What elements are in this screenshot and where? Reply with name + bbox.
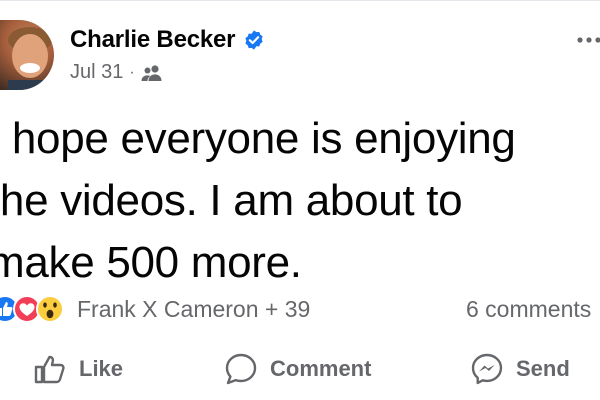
reactors-summary[interactable]: Frank X Cameron + 39 (77, 296, 310, 323)
post-text-line: I hope everyone is enjoying (0, 114, 516, 163)
avatar-portrait (8, 27, 54, 90)
top-divider (0, 0, 600, 1)
comment-button[interactable]: Comment (224, 352, 371, 386)
like-button[interactable]: Like (33, 352, 123, 386)
friends-icon[interactable] (141, 64, 163, 82)
more-options-icon[interactable] (574, 30, 600, 50)
send-label: Send (516, 356, 570, 381)
comment-icon (225, 353, 257, 385)
reactions-summary: Frank X Cameron + 39 6 comments (0, 292, 600, 328)
meta-separator: · (129, 63, 135, 81)
post-text-line: make 500 more. (0, 238, 302, 287)
avatar[interactable] (0, 20, 54, 90)
thumbs-up-icon (34, 355, 65, 384)
comment-label: Comment (270, 356, 372, 381)
post-date[interactable]: Jul 31 (70, 61, 123, 84)
post-body: I hope everyone is enjoying the videos. … (0, 108, 600, 294)
reaction-icons[interactable] (0, 294, 68, 324)
post-header: Charlie Becker Jul 31 · (0, 18, 600, 90)
post-text-line: the videos. I am about to (0, 176, 463, 225)
comments-count[interactable]: 6 comments (466, 296, 591, 323)
author-name[interactable]: Charlie Becker (70, 26, 235, 54)
post-actions: Like Comment Send (0, 344, 600, 394)
verified-badge-icon (245, 30, 263, 50)
wow-reaction-icon (36, 295, 64, 323)
send-button[interactable]: Send (470, 352, 570, 386)
messenger-icon (471, 353, 503, 385)
like-label: Like (79, 356, 124, 381)
